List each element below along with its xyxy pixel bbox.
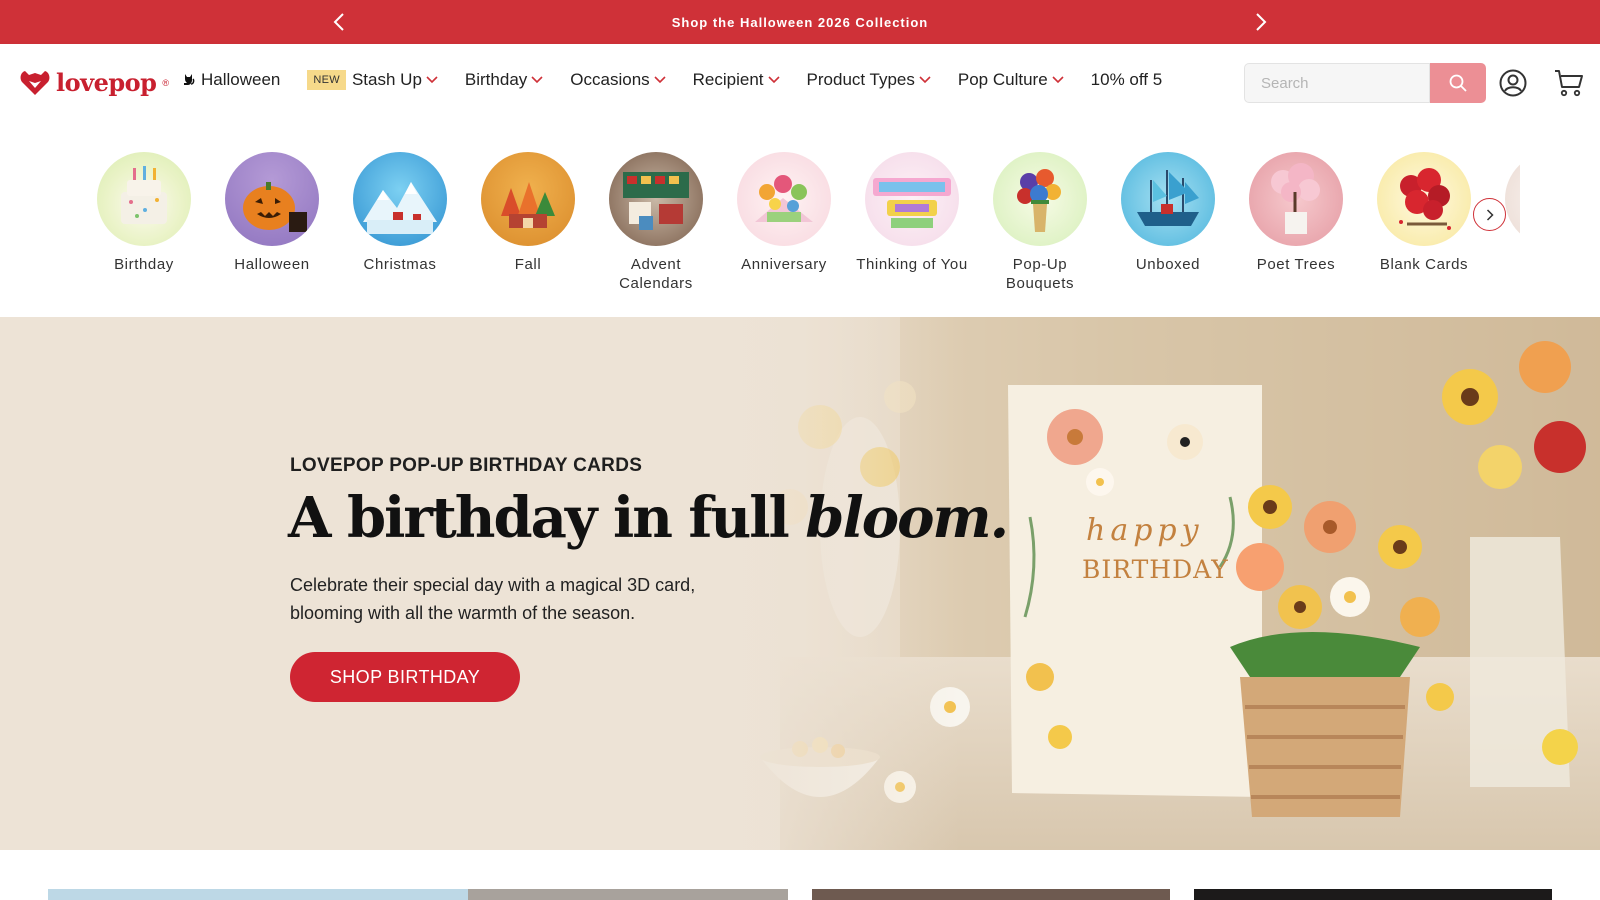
chevron-down-icon (654, 76, 666, 84)
category-image (737, 152, 831, 246)
black-cat-icon (182, 73, 195, 87)
chevron-down-icon (531, 76, 543, 84)
category-label: Advent Calendars (619, 256, 693, 292)
search-icon (1449, 74, 1467, 92)
lovepop-logo[interactable]: lovepop ® (20, 68, 169, 97)
category-label: Blank Cards (1379, 256, 1469, 273)
category-label: Poet Trees (1256, 256, 1336, 273)
hero-title-emphasis: bloom. (805, 485, 1009, 551)
promo-tile-2[interactable] (468, 889, 788, 900)
category-image (993, 152, 1087, 246)
category-image (865, 152, 959, 246)
category-thinking-of-you[interactable]: Thinking of You (848, 152, 976, 312)
category-carousel: Birthday Halloween Christmas Fall Advent… (0, 122, 1600, 317)
shop-birthday-button[interactable]: SHOP BIRTHDAY (290, 652, 520, 702)
announcement-bar: Shop the Halloween 2026 Collection (0, 0, 1600, 44)
logo-wordmark: lovepop (56, 68, 157, 97)
announcement-next-button[interactable] (1249, 10, 1273, 34)
nav-label: Pop Culture (957, 70, 1048, 89)
nav-item-occasions[interactable]: Occasions (570, 70, 666, 90)
category-blank-cards[interactable]: Blank Cards (1360, 152, 1488, 312)
nav-label: Product Types (806, 70, 915, 89)
nav-item-promo[interactable]: 10% off 5 (1091, 70, 1163, 90)
category-label: Christmas (363, 256, 437, 273)
search-button[interactable] (1430, 63, 1486, 103)
card-text-birthday: BIRTHDAY (1082, 555, 1229, 584)
category-advent-calendars[interactable]: Advent Calendars (592, 152, 720, 312)
chevron-right-icon (1486, 208, 1494, 221)
category-image (1249, 152, 1343, 246)
carousel-next-button[interactable] (1473, 198, 1506, 231)
category-label: Fall (514, 256, 542, 273)
category-label: Halloween (234, 256, 310, 273)
category-fall[interactable]: Fall (464, 152, 592, 312)
nav-item-product-types[interactable]: Product Types (807, 70, 931, 90)
chevron-down-icon (767, 76, 780, 84)
nav-item-halloween[interactable]: Halloween (182, 70, 280, 90)
category-label: Unboxed (1135, 256, 1201, 273)
announcement-link[interactable]: Shop the Halloween 2026 Collection (672, 15, 929, 30)
category-image (609, 152, 703, 246)
hero-title: A birthday in full bloom. (288, 485, 1009, 551)
category-poet-trees[interactable]: Poet Trees (1232, 152, 1360, 312)
nav-label: Recipient (692, 70, 764, 89)
category-image (353, 152, 447, 246)
new-badge: NEW (307, 70, 346, 90)
hero-description: Celebrate their special day with a magic… (290, 575, 696, 623)
nav-item-pop-culture[interactable]: Pop Culture (958, 70, 1064, 90)
site-header: lovepop ® Halloween NEW Stash Up Birthday… (0, 44, 1600, 122)
promo-tile-1[interactable] (48, 889, 468, 900)
promo-tile-4[interactable] (1194, 889, 1552, 900)
chevron-right-icon (1256, 13, 1267, 31)
main-nav: Halloween NEW Stash Up Birthday Occasion… (182, 70, 1189, 90)
category-label: Thinking of You (856, 256, 968, 273)
category-anniversary[interactable]: Anniversary (720, 152, 848, 312)
hero-eyebrow: LOVEPOP POP-UP BIRTHDAY CARDS (290, 455, 643, 476)
category-image (1121, 152, 1215, 246)
category-label: Anniversary (741, 256, 827, 273)
chevron-down-icon (919, 76, 931, 84)
category-label: Birthday (114, 256, 174, 273)
category-image (97, 152, 191, 246)
fox-heart-logo-icon (20, 70, 50, 95)
promo-tile-3[interactable] (812, 889, 1170, 900)
category-label: We (1493, 255, 1520, 274)
nav-label: Birthday (464, 70, 528, 89)
nav-item-birthday[interactable]: Birthday (465, 70, 543, 90)
category-label: Pop-Up Bouquets (1005, 256, 1075, 292)
category-christmas[interactable]: Christmas (336, 152, 464, 312)
nav-label: Halloween (201, 70, 281, 89)
category-pop-up-bouquets[interactable]: Pop-Up Bouquets (976, 152, 1104, 312)
category-we[interactable]: We (1488, 152, 1520, 312)
hero-title-main: A birthday in full (288, 485, 806, 551)
category-image (481, 152, 575, 246)
chevron-left-icon (333, 13, 344, 31)
announcement-prev-button[interactable] (327, 10, 351, 34)
logo-registered-mark: ® (162, 77, 170, 88)
chevron-down-icon (1052, 76, 1064, 84)
nav-item-recipient[interactable]: Recipient (693, 70, 780, 90)
nav-label: 10% off 5 (1090, 70, 1163, 89)
nav-label: Stash Up (351, 70, 422, 89)
cart-button[interactable] (1553, 67, 1585, 99)
hero-image (0, 317, 1600, 850)
category-unboxed[interactable]: Unboxed (1104, 152, 1232, 312)
search-input[interactable] (1244, 63, 1430, 103)
category-image (1377, 152, 1471, 246)
nav-label: Occasions (570, 70, 650, 89)
category-image (1505, 152, 1520, 246)
user-account-icon (1499, 69, 1527, 97)
hero-banner: happy BIRTHDAY LOVEPOP POP-UP BIRTHDAY C… (0, 317, 1600, 850)
account-button[interactable] (1498, 68, 1528, 98)
chevron-down-icon (426, 76, 438, 84)
category-birthday[interactable]: Birthday (80, 152, 208, 312)
category-track: Birthday Halloween Christmas Fall Advent… (80, 152, 1520, 312)
search-bar (1244, 63, 1486, 103)
nav-item-stash-up[interactable]: NEW Stash Up (307, 70, 438, 90)
card-text-happy: happy (1086, 513, 1204, 548)
category-halloween[interactable]: Halloween (208, 152, 336, 312)
shopping-cart-icon (1555, 70, 1583, 97)
category-image (225, 152, 319, 246)
